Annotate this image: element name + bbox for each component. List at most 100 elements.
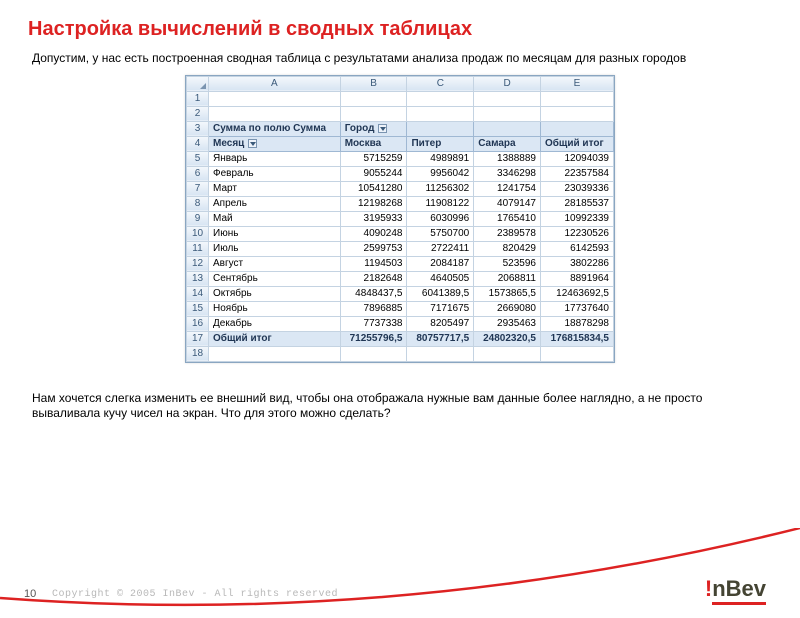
city-header: Питер: [407, 136, 474, 151]
month-cell: Март: [209, 181, 341, 196]
month-cell: Август: [209, 256, 341, 271]
value-cell: 4848437,5: [340, 286, 407, 301]
row-header[interactable]: 17: [187, 331, 209, 346]
value-cell: 8205497: [407, 316, 474, 331]
grand-total-label: Общий итог: [209, 331, 341, 346]
row-header[interactable]: 18: [187, 346, 209, 361]
row-header[interactable]: 7: [187, 181, 209, 196]
pivot-column-field[interactable]: Город: [340, 121, 407, 136]
grand-total-cell: 24802320,5: [474, 331, 541, 346]
grand-total-cell: 176815834,5: [540, 331, 613, 346]
footer: 10 Copyright © 2005 InBev - All rights r…: [0, 562, 800, 618]
month-cell: Июль: [209, 241, 341, 256]
value-cell: 12463692,5: [540, 286, 613, 301]
value-cell: 7737338: [340, 316, 407, 331]
value-cell: 2068811: [474, 271, 541, 286]
value-cell: 2182648: [340, 271, 407, 286]
value-cell: 1194503: [340, 256, 407, 271]
value-cell: 2389578: [474, 226, 541, 241]
value-cell: 6041389,5: [407, 286, 474, 301]
row-header[interactable]: 4: [187, 136, 209, 151]
value-cell: 2669080: [474, 301, 541, 316]
row-header[interactable]: 10: [187, 226, 209, 241]
value-cell: 4640505: [407, 271, 474, 286]
month-cell: Май: [209, 211, 341, 226]
row-header[interactable]: 5: [187, 151, 209, 166]
value-cell: 5750700: [407, 226, 474, 241]
city-header: Москва: [340, 136, 407, 151]
row-header[interactable]: 16: [187, 316, 209, 331]
city-header: Общий итог: [540, 136, 613, 151]
dropdown-icon[interactable]: [378, 124, 387, 133]
row-header[interactable]: 11: [187, 241, 209, 256]
month-cell: Февраль: [209, 166, 341, 181]
value-cell: 8891964: [540, 271, 613, 286]
value-cell: 4989891: [407, 151, 474, 166]
page-number: 10: [24, 588, 36, 600]
value-cell: 5715259: [340, 151, 407, 166]
row-header[interactable]: 9: [187, 211, 209, 226]
row-header[interactable]: 12: [187, 256, 209, 271]
grand-total-cell: 80757717,5: [407, 331, 474, 346]
value-cell: 7896885: [340, 301, 407, 316]
value-cell: 2722411: [407, 241, 474, 256]
month-cell: Апрель: [209, 196, 341, 211]
row-header[interactable]: 13: [187, 271, 209, 286]
value-cell: 17737640: [540, 301, 613, 316]
value-cell: 2935463: [474, 316, 541, 331]
intro-text: Допустим, у нас есть построенная сводная…: [32, 51, 768, 67]
month-cell: Ноябрь: [209, 301, 341, 316]
value-cell: 11908122: [407, 196, 474, 211]
value-cell: 10541280: [340, 181, 407, 196]
row-header[interactable]: 2: [187, 106, 209, 121]
value-cell: 820429: [474, 241, 541, 256]
row-header[interactable]: 14: [187, 286, 209, 301]
value-cell: 3346298: [474, 166, 541, 181]
value-cell: 1765410: [474, 211, 541, 226]
row-header[interactable]: 8: [187, 196, 209, 211]
dropdown-icon[interactable]: [248, 139, 257, 148]
value-cell: 4079147: [474, 196, 541, 211]
value-cell: 1573865,5: [474, 286, 541, 301]
value-cell: 7171675: [407, 301, 474, 316]
col-header-a[interactable]: A: [209, 76, 341, 91]
value-cell: 3802286: [540, 256, 613, 271]
value-cell: 10992339: [540, 211, 613, 226]
col-header-e[interactable]: E: [540, 76, 613, 91]
col-header-b[interactable]: B: [340, 76, 407, 91]
row-header[interactable]: 15: [187, 301, 209, 316]
select-all-corner[interactable]: [187, 76, 209, 91]
city-header: Самара: [474, 136, 541, 151]
value-cell: 18878298: [540, 316, 613, 331]
value-cell: 6142593: [540, 241, 613, 256]
grand-total-cell: 71255796,5: [340, 331, 407, 346]
month-cell: Январь: [209, 151, 341, 166]
month-cell: Октябрь: [209, 286, 341, 301]
value-cell: 12230526: [540, 226, 613, 241]
value-cell: 523596: [474, 256, 541, 271]
value-cell: 11256302: [407, 181, 474, 196]
value-cell: 2084187: [407, 256, 474, 271]
copyright: Copyright © 2005 InBev - All rights rese…: [52, 589, 338, 600]
value-cell: 9055244: [340, 166, 407, 181]
month-cell: Декабрь: [209, 316, 341, 331]
spreadsheet: A B C D E 1 2 3 Сумма по полю Сумма Горо…: [185, 75, 615, 363]
row-header[interactable]: 6: [187, 166, 209, 181]
value-cell: 4090248: [340, 226, 407, 241]
value-cell: 28185537: [540, 196, 613, 211]
inbev-logo: !nBev: [705, 576, 766, 602]
value-cell: 6030996: [407, 211, 474, 226]
slide-title: Настройка вычислений в сводных таблицах: [28, 18, 800, 41]
month-cell: Июнь: [209, 226, 341, 241]
value-cell: 3195933: [340, 211, 407, 226]
value-cell: 23039336: [540, 181, 613, 196]
row-header[interactable]: 1: [187, 91, 209, 106]
value-cell: 9956042: [407, 166, 474, 181]
pivot-row-field[interactable]: Месяц: [209, 136, 341, 151]
month-cell: Сентябрь: [209, 271, 341, 286]
row-header[interactable]: 3: [187, 121, 209, 136]
value-cell: 22357584: [540, 166, 613, 181]
value-cell: 1388889: [474, 151, 541, 166]
col-header-c[interactable]: C: [407, 76, 474, 91]
col-header-d[interactable]: D: [474, 76, 541, 91]
